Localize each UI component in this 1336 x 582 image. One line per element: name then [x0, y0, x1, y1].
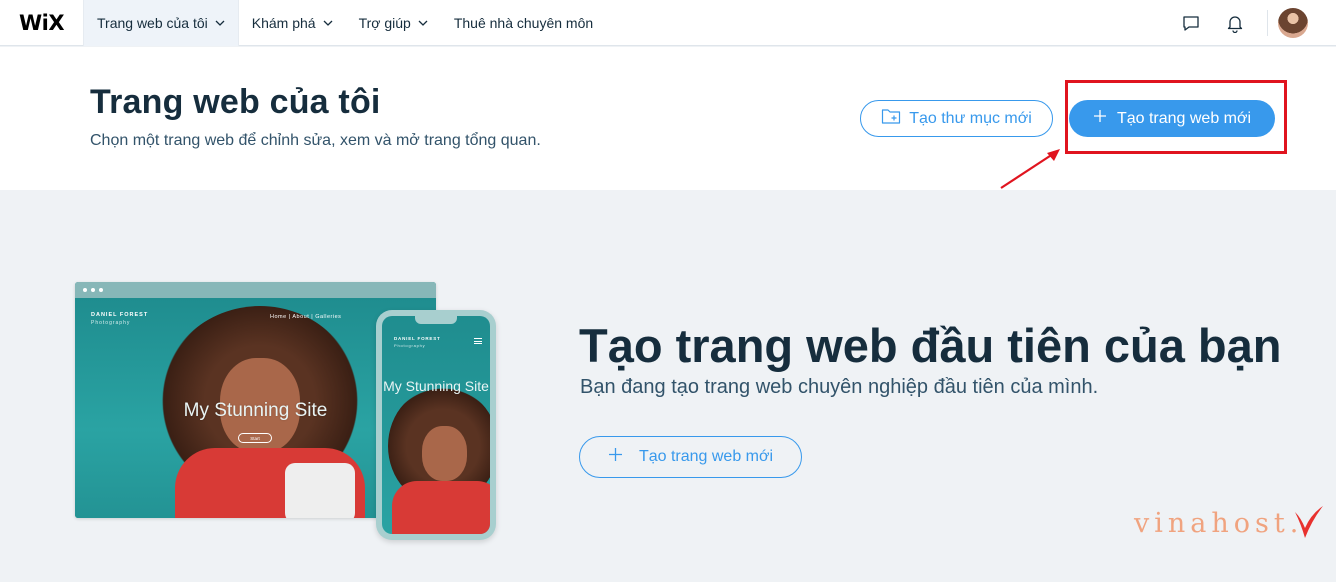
page-subtitle: Chọn một trang web để chỉnh sửa, xem và … [90, 132, 541, 149]
create-site-button[interactable]: Tạo trang web mới [1069, 100, 1275, 137]
preview-brand: DANIEL FOREST [91, 312, 149, 318]
chat-icon[interactable] [1169, 0, 1213, 46]
photo-shirt [285, 463, 355, 518]
nav-item-hire-professional[interactable]: Thuê nhà chuyên môn [441, 0, 606, 46]
preview-start-button: Start [238, 433, 272, 443]
preview-site-title: My Stunning Site [383, 378, 489, 394]
plus-icon [1093, 109, 1107, 128]
chevron-down-icon [323, 20, 333, 26]
watermark-text: vinahost. [1134, 508, 1304, 539]
nav-item-label: Trợ giúp [358, 14, 411, 31]
avatar[interactable] [1278, 8, 1308, 38]
wix-logo[interactable]: WiX [0, 0, 83, 46]
chevron-down-icon [215, 20, 225, 26]
hero-create-site-label: Tạo trang web mới [638, 448, 774, 465]
hero-subtitle: Bạn đang tạo trang web chuyên nghiệp đầu… [580, 376, 1099, 398]
nav-item-label: Khám phá [251, 14, 316, 31]
photo-face [422, 426, 467, 481]
divider [1267, 10, 1268, 36]
window-dot [91, 288, 95, 292]
page-header: Trang web của tôi Chọn một trang web để … [0, 47, 1336, 190]
page-title: Trang web của tôi [90, 83, 381, 121]
create-folder-label: Tạo thư mục mới [909, 109, 1032, 127]
chevron-down-icon [418, 20, 428, 26]
hero-title: Tạo trang web đầu tiên của bạn [579, 319, 1282, 372]
create-site-label: Tạo trang web mới [1116, 109, 1252, 127]
nav-item-help[interactable]: Trợ giúp [346, 0, 441, 46]
window-dot [83, 288, 87, 292]
watermark-check-icon [1295, 506, 1323, 538]
preview-nav: Home | About | Galleries [270, 314, 342, 320]
phone-screen: DANIEL FOREST Photography My Stunning Si… [382, 316, 490, 534]
photo-jacket [392, 481, 490, 534]
top-right-actions [1169, 0, 1336, 46]
preview-brand-sub: Photography [394, 343, 426, 348]
avatar-menu[interactable] [1278, 0, 1336, 46]
preview-brand-sub: Photography [91, 320, 131, 326]
nav-item-label: Thuê nhà chuyên môn [453, 14, 594, 31]
phone-notch [415, 316, 457, 324]
browser-bar [75, 282, 436, 298]
plus-icon [608, 447, 623, 467]
nav-item-label: Trang web của tôi [97, 14, 208, 31]
window-dot [99, 288, 103, 292]
mobile-site-preview: DANIEL FOREST Photography My Stunning Si… [376, 310, 496, 540]
folder-plus-icon [881, 107, 901, 130]
hamburger-icon [474, 338, 482, 344]
top-nav: WiX Trang web của tôi Khám phá Trợ giúp … [0, 0, 1336, 46]
bell-icon[interactable] [1213, 0, 1257, 46]
hero-create-site-button[interactable]: Tạo trang web mới [579, 436, 802, 478]
nav-item-explore[interactable]: Khám phá [239, 0, 346, 46]
nav-item-my-sites[interactable]: Trang web của tôi [83, 0, 239, 46]
create-folder-button[interactable]: Tạo thư mục mới [860, 100, 1053, 137]
preview-brand: DANIEL FOREST [394, 336, 441, 341]
annotation-arrow [1000, 149, 1060, 189]
